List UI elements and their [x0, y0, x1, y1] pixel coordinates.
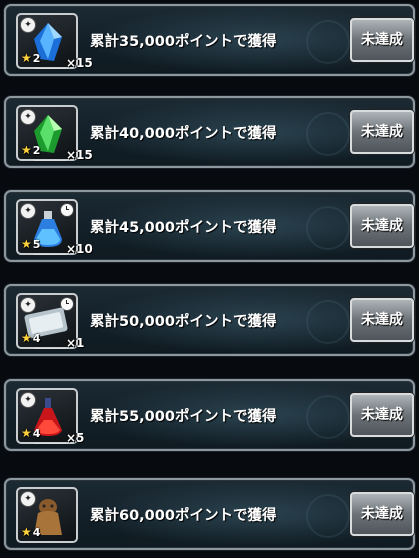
reward-item-slot[interactable]: ✦ ★4 ×5 [16, 388, 84, 445]
reward-status-button[interactable]: 未達成 [350, 110, 414, 154]
quantity-divider [34, 68, 66, 69]
quantity-divider [34, 348, 66, 349]
reward-item-slot[interactable]: ✦ ★4 [16, 487, 78, 543]
reward-condition: 累計50,000ポイントで獲得 [90, 314, 277, 330]
reward-item-slot[interactable]: ✦ ★2 ×15 [16, 13, 93, 70]
rarity-stars: ★4 [21, 331, 41, 345]
reward-row: ✦ ★4 ×5 累計55,000ポイントで獲得 未達成 [4, 379, 415, 451]
reward-condition: 累計55,000ポイントで獲得 [90, 409, 277, 425]
reward-status-button[interactable]: 未達成 [350, 204, 414, 248]
quantity-divider [34, 160, 66, 161]
quantity-divider [34, 254, 66, 255]
reward-condition: 累計45,000ポイントで獲得 [90, 220, 277, 236]
reward-item-slot[interactable]: ✦ ★2 ×15 [16, 105, 93, 162]
reward-row: ✦ ★5 ×10 累計45,000ポイントで獲得 未達成 [4, 190, 415, 262]
rarity-stars: ★4 [21, 525, 41, 539]
quantity-divider [34, 443, 66, 444]
rarity-stars: ★5 [21, 237, 41, 251]
reward-condition: 累計60,000ポイントで獲得 [90, 508, 277, 524]
item-quantity: ×5 [66, 431, 85, 445]
reward-row: ✦ ★4 ×1 累計50,000ポイントで獲得 未達成 [4, 284, 415, 356]
reward-condition: 累計35,000ポイントで獲得 [90, 34, 277, 50]
rarity-stars: ★2 [21, 51, 41, 65]
reward-row: ✦ ★4 累計60,000ポイントで獲得 未達成 [4, 478, 415, 550]
reward-item-slot[interactable]: ✦ ★5 ×10 [16, 199, 93, 256]
reward-status-button[interactable]: 未達成 [350, 393, 414, 437]
reward-condition: 累計40,000ポイントで獲得 [90, 126, 277, 142]
rarity-stars: ★2 [21, 143, 41, 157]
reward-row: ✦ ★2 ×15 累計40,000ポイントで獲得 未達成 [4, 96, 415, 168]
item-quantity: ×15 [66, 56, 93, 70]
item-quantity: ×1 [66, 336, 85, 350]
item-quantity: ×15 [66, 148, 93, 162]
reward-list: ✦ ★2 ×15 累計35,000ポイントで獲得 未達成 ✦ ★2 ×15 累計… [0, 0, 419, 558]
reward-status-button[interactable]: 未達成 [350, 492, 414, 536]
rarity-stars: ★4 [21, 426, 41, 440]
item-quantity: ×10 [66, 242, 93, 256]
reward-status-button[interactable]: 未達成 [350, 18, 414, 62]
reward-item-slot[interactable]: ✦ ★4 ×1 [16, 293, 84, 350]
reward-status-button[interactable]: 未達成 [350, 298, 414, 342]
reward-row: ✦ ★2 ×15 累計35,000ポイントで獲得 未達成 [4, 4, 415, 76]
